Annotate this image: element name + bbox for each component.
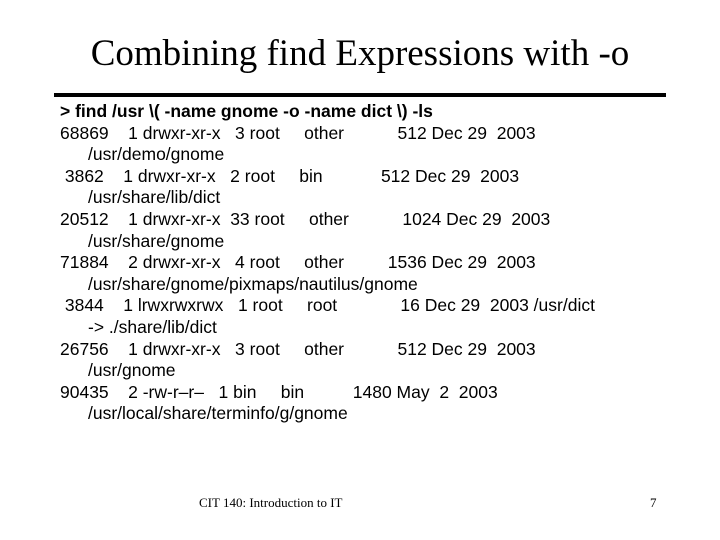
entry-details: 90435 2 -rw-r–r– 1 bin bin 1480 May 2 20… xyxy=(60,381,498,402)
listing-entry: 3862 1 drwxr-xr-x 2 root bin 512 Dec 29 … xyxy=(60,166,700,209)
listing-entry: 3844 1 lrwxrwxrwx 1 root root 16 Dec 29 … xyxy=(60,295,700,338)
entry-path: -> ./share/lib/dict xyxy=(88,316,217,337)
entry-path: /usr/share/lib/dict xyxy=(88,187,221,208)
entry-path: /usr/share/gnome xyxy=(88,230,225,251)
listing-entry: 68869 1 drwxr-xr-x 3 root other 512 Dec … xyxy=(60,123,700,166)
listing-entry: 20512 1 drwxr-xr-x 33 root other 1024 De… xyxy=(60,209,700,252)
entry-details: 3862 1 drwxr-xr-x 2 root bin 512 Dec 29 … xyxy=(60,165,520,186)
slide-body: > find /usr \( -name gnome -o -name dict… xyxy=(60,101,700,425)
entry-details: 20512 1 drwxr-xr-x 33 root other 1024 De… xyxy=(60,208,551,229)
entry-details: 26756 1 drwxr-xr-x 3 root other 512 Dec … xyxy=(60,338,536,359)
entry-path: /usr/share/gnome/pixmaps/nautilus/gnome xyxy=(88,273,418,294)
slide-title: Combining find Expressions with -o xyxy=(90,33,630,74)
entry-details: 71884 2 drwxr-xr-x 4 root other 1536 Dec… xyxy=(60,252,536,273)
listing-entry: 90435 2 -rw-r–r– 1 bin bin 1480 May 2 20… xyxy=(60,382,700,425)
entry-details: 3844 1 lrwxrwxrwx 1 root root 16 Dec 29 … xyxy=(60,295,595,316)
entry-path: /usr/local/share/terminfo/g/gnome xyxy=(88,403,348,424)
slide-number: 7 xyxy=(650,495,657,510)
footer-course-title: CIT 140: Introduction to IT xyxy=(199,495,343,510)
entry-details: 68869 1 drwxr-xr-x 3 root other 512 Dec … xyxy=(60,122,536,143)
title-divider xyxy=(54,93,666,97)
entry-path: /usr/demo/gnome xyxy=(88,144,225,165)
listing-entry: 71884 2 drwxr-xr-x 4 root other 1536 Dec… xyxy=(60,252,700,295)
listing-entry: 26756 1 drwxr-xr-x 3 root other 512 Dec … xyxy=(60,339,700,382)
entry-path: /usr/gnome xyxy=(88,360,176,381)
command-line: > find /usr \( -name gnome -o -name dict… xyxy=(60,101,433,121)
